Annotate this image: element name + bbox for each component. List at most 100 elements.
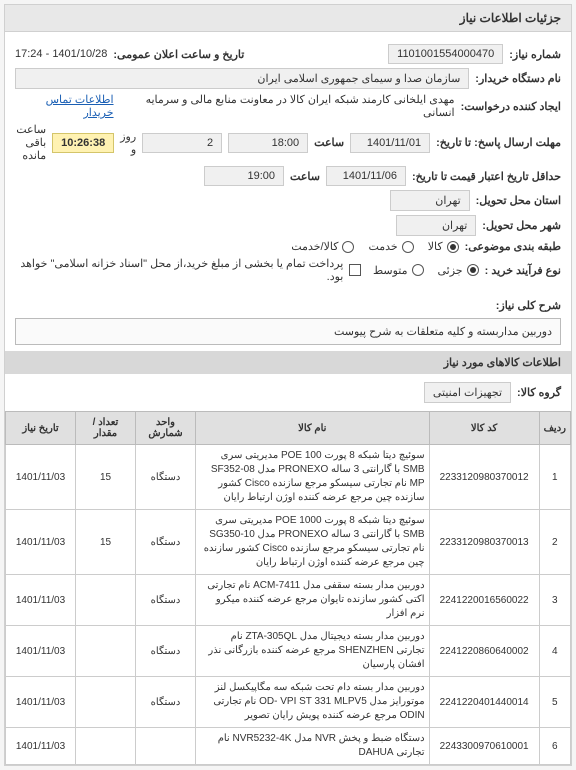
panel-title: جزئیات اطلاعات نیاز bbox=[5, 5, 571, 32]
radio-goods-label: کالا bbox=[428, 240, 443, 253]
table-header-row: ردیف کد کالا نام کالا واحد شمارش تعداد /… bbox=[6, 412, 571, 445]
radio-goods-service[interactable]: کالا/خدمت bbox=[291, 240, 354, 253]
table-row: 62243300970610001دستگاه ضبط و پخش NVR مد… bbox=[6, 728, 571, 765]
radio-goods[interactable]: کالا bbox=[428, 240, 459, 253]
time-label-2: ساعت bbox=[290, 170, 320, 183]
row-need-number: شماره نیاز: 1101001554000470 تاریخ و ساع… bbox=[15, 44, 561, 64]
cell-code: 2241220016560022 bbox=[429, 575, 539, 626]
cell-unit bbox=[136, 728, 196, 765]
row-validity: حداقل تاریخ اعتبار قیمت تا تاریخ: 1401/1… bbox=[15, 166, 561, 186]
cell-name: دوربین مدار بسته دام تحت شبکه سه مگاپیکس… bbox=[196, 677, 430, 728]
announce-label: تاریخ و ساعت اعلان عمومی: bbox=[113, 48, 244, 61]
table-body: 12233120980370012سوئیچ دیتا شبکه 8 پورت … bbox=[6, 445, 571, 765]
buyer-value: سازمان صدا و سیمای جمهوری اسلامی ایران bbox=[15, 68, 469, 89]
radio-service-icon bbox=[402, 241, 414, 253]
table-row: 12233120980370012سوئیچ دیتا شبکه 8 پورت … bbox=[6, 445, 571, 510]
category-radio-group: کالا خدمت کالا/خدمت bbox=[291, 240, 458, 253]
cell-code: 2241220401440014 bbox=[429, 677, 539, 728]
cell-code: 2233120980370012 bbox=[429, 445, 539, 510]
cell-code: 2243300970610001 bbox=[429, 728, 539, 765]
need-no-value: 1101001554000470 bbox=[388, 44, 503, 64]
deadline-date: 1401/11/01 bbox=[350, 133, 430, 153]
radio-partial-label: جزئی bbox=[438, 264, 463, 277]
cell-date: 1401/11/03 bbox=[6, 445, 76, 510]
cell-name: دستگاه ضبط و پخش NVR مدل NVR5232-4K نام … bbox=[196, 728, 430, 765]
process-radio-group: جزئی متوسط bbox=[373, 264, 479, 277]
group-label: گروه کالا: bbox=[517, 386, 561, 399]
days-value: 2 bbox=[142, 133, 222, 153]
radio-service-label: خدمت bbox=[368, 240, 397, 253]
announce-value: 1401/10/28 - 17:24 bbox=[15, 48, 107, 60]
cell-row: 5 bbox=[539, 677, 570, 728]
contact-link[interactable]: اطلاعات تماس خریدار bbox=[15, 93, 114, 119]
need-no-label: شماره نیاز: bbox=[509, 48, 561, 61]
form-section: شماره نیاز: 1101001554000470 تاریخ و ساع… bbox=[5, 32, 571, 295]
cell-unit: دستگاه bbox=[136, 677, 196, 728]
cell-qty bbox=[76, 575, 136, 626]
payment-note: پرداخت تمام یا بخشی از مبلغ خرید،از محل … bbox=[15, 257, 343, 283]
province-value: تهران bbox=[390, 190, 470, 211]
radio-partial-icon bbox=[467, 264, 479, 276]
th-name: نام کالا bbox=[196, 412, 430, 445]
cell-code: 2233120980370013 bbox=[429, 510, 539, 575]
th-code: کد کالا bbox=[429, 412, 539, 445]
table-row: 52241220401440014دوربین مدار بسته دام تح… bbox=[6, 677, 571, 728]
cell-name: سوئیچ دیتا شبکه 8 پورت POE 1000 مدیریتی … bbox=[196, 510, 430, 575]
radio-partial[interactable]: جزئی bbox=[438, 264, 479, 277]
remaining-label: ساعت باقی مانده bbox=[15, 123, 46, 162]
cell-qty bbox=[76, 728, 136, 765]
items-table: ردیف کد کالا نام کالا واحد شمارش تعداد /… bbox=[5, 411, 571, 765]
cell-row: 3 bbox=[539, 575, 570, 626]
cell-unit: دستگاه bbox=[136, 510, 196, 575]
cell-name: دوربین مدار بسته سقفی مدل ACM-7411 نام ت… bbox=[196, 575, 430, 626]
days-label: روز و bbox=[120, 130, 136, 156]
row-creator: ایجاد کننده درخواست: مهدی ایلخانی کارمند… bbox=[15, 93, 561, 119]
table-row: 22233120980370013سوئیچ دیتا شبکه 8 پورت … bbox=[6, 510, 571, 575]
creator-value: مهدی ایلخانی کارمند شبکه ایران کالا در م… bbox=[120, 93, 455, 119]
cell-qty: 15 bbox=[76, 510, 136, 575]
validity-date: 1401/11/06 bbox=[326, 166, 406, 186]
province-label: استان محل تحویل: bbox=[476, 194, 561, 207]
cell-unit: دستگاه bbox=[136, 445, 196, 510]
th-unit: واحد شمارش bbox=[136, 412, 196, 445]
table-row: 42241220860640002دوربین مدار بسته دیجیتا… bbox=[6, 626, 571, 677]
cell-date: 1401/11/03 bbox=[6, 626, 76, 677]
radio-goods-icon bbox=[447, 241, 459, 253]
payment-checkbox[interactable] bbox=[349, 264, 361, 276]
th-row: ردیف bbox=[539, 412, 570, 445]
deadline-time: 18:00 bbox=[228, 133, 308, 153]
description-box: دوربین مداربسته و کلیه متعلقات به شرح پی… bbox=[15, 318, 561, 345]
items-header: اطلاعات کالاهای مورد نیاز bbox=[5, 351, 571, 374]
row-process: نوع فرآیند خرید : جزئی متوسط پرداخت تمام… bbox=[15, 257, 561, 283]
radio-goods-service-icon bbox=[342, 241, 354, 253]
radio-medium-label: متوسط bbox=[373, 264, 408, 277]
row-city: شهر محل تحویل: تهران bbox=[15, 215, 561, 236]
row-group: گروه کالا: تجهیزات امنیتی bbox=[5, 378, 571, 407]
row-deadline: مهلت ارسال پاسخ: تا تاریخ: 1401/11/01 سا… bbox=[15, 123, 561, 162]
cell-date: 1401/11/03 bbox=[6, 677, 76, 728]
desc-label: شرح کلی نیاز: bbox=[496, 299, 561, 312]
cell-name: دوربین مدار بسته دیجیتال مدل ZTA-305QL ن… bbox=[196, 626, 430, 677]
cell-row: 4 bbox=[539, 626, 570, 677]
cell-date: 1401/11/03 bbox=[6, 575, 76, 626]
radio-goods-service-label: کالا/خدمت bbox=[291, 240, 338, 253]
countdown-timer: 10:26:38 bbox=[52, 133, 114, 153]
radio-service[interactable]: خدمت bbox=[368, 240, 413, 253]
cell-name: سوئیچ دیتا شبکه 8 پورت POE 100 مدیریتی س… bbox=[196, 445, 430, 510]
cell-unit: دستگاه bbox=[136, 626, 196, 677]
validity-time: 19:00 bbox=[204, 166, 284, 186]
cell-row: 1 bbox=[539, 445, 570, 510]
table-row: 32241220016560022دوربین مدار بسته سقفی م… bbox=[6, 575, 571, 626]
buyer-label: نام دستگاه خریدار: bbox=[475, 72, 561, 85]
category-label: طبقه بندی موضوعی: bbox=[465, 240, 561, 253]
cell-qty bbox=[76, 677, 136, 728]
row-province: استان محل تحویل: تهران bbox=[15, 190, 561, 211]
cell-row: 6 bbox=[539, 728, 570, 765]
cell-date: 1401/11/03 bbox=[6, 728, 76, 765]
details-panel: جزئیات اطلاعات نیاز شماره نیاز: 11010015… bbox=[4, 4, 572, 766]
cell-qty bbox=[76, 626, 136, 677]
group-value: تجهیزات امنیتی bbox=[424, 382, 511, 403]
creator-label: ایجاد کننده درخواست: bbox=[461, 100, 561, 113]
radio-medium[interactable]: متوسط bbox=[373, 264, 424, 277]
row-category: طبقه بندی موضوعی: کالا خدمت کالا/خدمت bbox=[15, 240, 561, 253]
